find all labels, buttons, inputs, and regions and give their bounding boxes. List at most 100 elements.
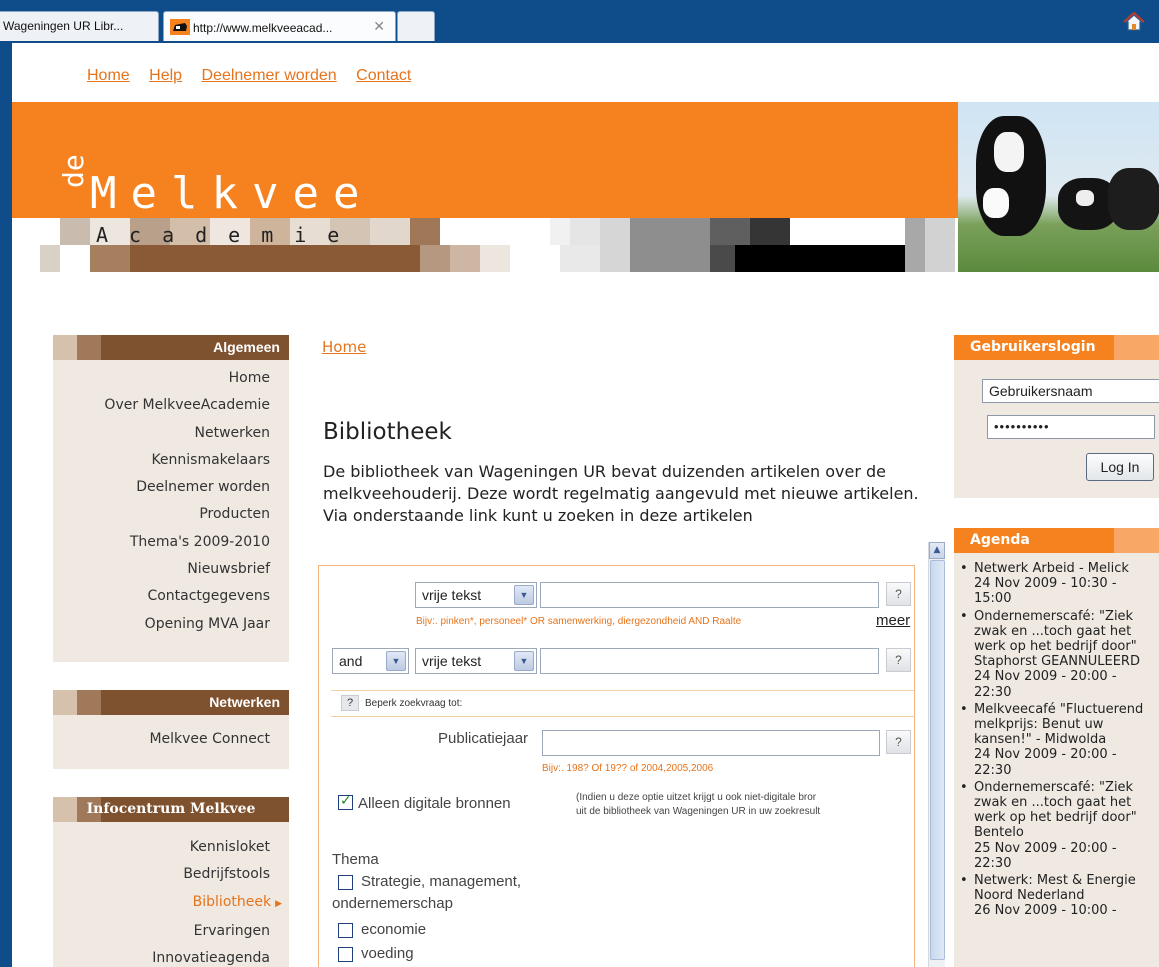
digital-only-label: Alleen digitale bronnen [358, 795, 511, 812]
agenda-item[interactable]: Ondernemerscafé: "Ziek zwak en ...toch g… [960, 780, 1159, 871]
browser-tab-library[interactable]: Wageningen UR Libr... [0, 11, 159, 41]
sidebar-item-bedrijfstools[interactable]: Bedrijfstools [53, 861, 270, 888]
logo-academie-text: Academie [96, 223, 361, 247]
help-icon[interactable]: ? [341, 695, 359, 711]
sidebar-item-kennismakelaars[interactable]: Kennismakelaars [53, 447, 270, 474]
sidebar-item-deelnemer[interactable]: Deelnemer worden [53, 474, 270, 501]
sidebar-item-producten[interactable]: Producten [53, 501, 270, 528]
agenda-line: Netwerk Arbeid - Melick [974, 561, 1129, 576]
help-button-1[interactable]: ? [886, 582, 911, 606]
sidebar-item-over[interactable]: Over MelkveeAcademie [53, 392, 270, 419]
meer-link[interactable]: meer [876, 612, 910, 629]
sidebar-item-innovatieagenda[interactable]: Innovatieagenda [53, 945, 270, 967]
password-field[interactable]: •••••••••• [987, 415, 1155, 439]
top-navigation: Home Help Deelnemer worden Contact [87, 67, 426, 85]
sidebar-item-opening[interactable]: Opening MVA Jaar [53, 611, 270, 638]
sidebar-infocentrum-title: Infocentrum Melkvee [53, 797, 289, 822]
thema-economie-checkbox[interactable] [338, 923, 353, 938]
thema-label: Thema [332, 851, 379, 868]
agenda-line: 22:30 [974, 684, 1012, 700]
sidebar-item-ervaringen[interactable]: Ervaringen [53, 918, 270, 945]
browser-tabbar: Wageningen UR Libr... http://www.melkvee… [0, 0, 1159, 43]
chevron-down-icon: ▼ [386, 651, 406, 671]
field2-type-select[interactable]: vrije tekst ▼ [415, 648, 537, 674]
tab-title: http://www.melkveeacad... [193, 21, 333, 35]
thema-voeding-checkbox[interactable] [338, 947, 353, 962]
sidebar-infocentrum: Infocentrum Melkvee Kennisloket Bedrijfs… [53, 797, 289, 967]
browser-tab-melkvee[interactable]: http://www.melkveeacad... ✕ [163, 11, 396, 41]
username-field[interactable]: Gebruikersnaam [982, 379, 1159, 403]
agenda-line: Netwerk: Mest & Energie [974, 873, 1136, 889]
logo-de-text: de [57, 154, 90, 188]
agenda-line: Ondernemerscafé: "Ziek [974, 608, 1134, 624]
help-button-3[interactable]: ? [886, 730, 911, 754]
topnav-home-link[interactable]: Home [87, 67, 130, 84]
agenda-line: 22:30 [974, 762, 1012, 778]
login-button[interactable]: Log In [1086, 453, 1154, 481]
search-input-1[interactable] [540, 582, 879, 608]
library-search-form: vrije tekst ▼ ? Bijv:. pinken*, personee… [318, 565, 915, 967]
sidebar-item-home[interactable]: Home [53, 365, 270, 392]
thema-strategie-label: Strategie, management, [361, 873, 522, 890]
sidebar-item-nieuwsbrief[interactable]: Nieuwsbrief [53, 556, 270, 583]
agenda-line: 24 Nov 2009 - 20:00 - [974, 669, 1117, 685]
scrollbar-thumb[interactable] [930, 560, 945, 960]
sidebar-algemeen: Algemeen Home Over MelkveeAcademie Netwe… [53, 335, 289, 662]
agenda-line: Staphorst GEANNULEERD [974, 654, 1140, 670]
agenda-line: melkprijs: Benut uw [974, 717, 1104, 733]
agenda-item[interactable]: Netwerk: Mest & Energie Noord Nederland … [960, 873, 1159, 919]
agenda-line: Noord Nederland [974, 888, 1085, 904]
page-title: Bibliotheek [323, 419, 452, 445]
window-frame [0, 43, 12, 967]
sidebar-item-themas[interactable]: Thema's 2009-2010 [53, 529, 270, 556]
agenda-box: Agenda Netwerk Arbeid - Melick 24 Nov 20… [954, 528, 1159, 967]
sidebar-item-netwerken[interactable]: Netwerken [53, 420, 271, 447]
scroll-up-icon[interactable]: ▲ [929, 542, 945, 559]
home-icon[interactable] [1123, 11, 1145, 32]
operator-select[interactable]: and ▼ [332, 648, 409, 674]
topnav-contact-link[interactable]: Contact [356, 67, 411, 84]
field1-type-select[interactable]: vrije tekst ▼ [415, 582, 537, 608]
help-button-2[interactable]: ? [886, 648, 911, 672]
close-tab-icon[interactable]: ✕ [373, 18, 385, 35]
agenda-line: 22:30 [974, 855, 1012, 871]
chevron-down-icon: ▼ [514, 651, 534, 671]
divider [331, 716, 914, 717]
agenda-item[interactable]: Melkveecafé "Fluctuerend melkprijs: Benu… [960, 702, 1159, 778]
thema-economie-label: economie [361, 921, 427, 938]
agenda-line: 26 Nov 2009 - 10:00 - [974, 903, 1117, 919]
beperk-text: Beperk zoekvraag tot: [365, 698, 463, 709]
sidebar-item-melkvee-connect[interactable]: Melkvee Connect [53, 726, 270, 753]
select-value: vrije tekst [422, 653, 482, 669]
login-box: Gebruikerslogin Gebruikersnaam •••••••••… [954, 335, 1159, 498]
agenda-line: zwak en ...toch gaat het [974, 795, 1132, 811]
agenda-line: Bentelo [974, 825, 1024, 841]
sidebar-algemeen-title: Algemeen [53, 335, 289, 360]
cow-favicon-icon [170, 19, 190, 35]
intro-text: De bibliotheek van Wageningen UR bevat d… [323, 462, 919, 525]
sidebar-item-kennisloket[interactable]: Kennisloket [53, 834, 270, 861]
active-arrow-icon: ▶ [275, 898, 282, 909]
page-content: Home Help Deelnemer worden Contact de Me… [12, 43, 1159, 967]
agenda-line: Ondernemerscafé: "Ziek [974, 779, 1134, 795]
iframe-scrollbar[interactable]: ▲ [928, 542, 945, 967]
sidebar-item-contactgegevens[interactable]: Contactgegevens [53, 583, 270, 610]
agenda-item[interactable]: Netwerk Arbeid - Melick 24 Nov 2009 - 10… [960, 561, 1159, 607]
publicatiejaar-hint: Bijv:. 198? Of 19?? of 2004,2005,2006 [542, 763, 714, 774]
agenda-line: werk op het bedrijf door" [974, 639, 1137, 655]
search-input-2[interactable] [540, 648, 879, 674]
topnav-help-link[interactable]: Help [149, 67, 182, 84]
sidebar-netwerken-title: Netwerken [53, 690, 289, 715]
publicatiejaar-input[interactable] [542, 730, 880, 756]
breadcrumb-home-link[interactable]: Home [322, 338, 366, 356]
agenda-line: kansen!" - Midwolda [974, 732, 1107, 748]
new-tab-button[interactable] [397, 11, 435, 41]
digital-only-checkbox[interactable] [338, 793, 353, 810]
topnav-deelnemer-link[interactable]: Deelnemer worden [202, 67, 337, 84]
thema-strategie-checkbox[interactable] [338, 875, 353, 890]
thema-voeding-label: voeding [361, 945, 414, 962]
sidebar-item-bibliotheek[interactable]: Bibliotheek ▶ [53, 889, 282, 918]
digital-note-line: (Indien u deze optie uitzet krijgt u ook… [576, 792, 817, 803]
agenda-item[interactable]: Ondernemerscafé: "Ziek zwak en ...toch g… [960, 609, 1159, 700]
agenda-line: zwak en ...toch gaat het [974, 623, 1132, 639]
